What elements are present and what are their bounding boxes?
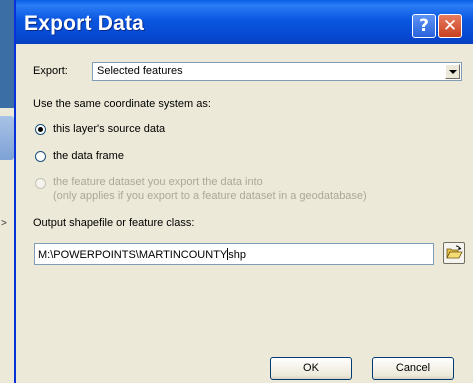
radio-data-frame-label[interactable]: the data frame — [53, 150, 124, 162]
coordinate-system-label: Use the same coordinate system as: — [33, 98, 211, 110]
open-folder-icon — [446, 245, 463, 259]
help-icon: ? — [419, 16, 429, 36]
export-data-dialog: Export Data ? ✕ Export: Selected feature… — [14, 0, 473, 383]
close-button[interactable]: ✕ — [438, 14, 462, 38]
radio-layer-source[interactable] — [35, 124, 46, 135]
output-path-extension: shp — [228, 249, 246, 261]
chevron-down-icon[interactable] — [445, 64, 460, 79]
ok-button[interactable]: OK — [270, 357, 352, 380]
close-icon: ✕ — [442, 16, 458, 36]
output-label: Output shapefile or feature class: — [33, 217, 195, 229]
cancel-button[interactable]: Cancel — [372, 357, 454, 380]
dialog-title: Export Data — [24, 12, 145, 35]
dialog-titlebar[interactable]: Export Data ? ✕ — [16, 0, 473, 44]
output-path-input[interactable]: M:\POWERPOINTS\MARTINCOUNTYshp — [34, 243, 434, 265]
export-select[interactable]: Selected features — [92, 62, 462, 81]
background-window-tab — [0, 116, 14, 160]
export-select-value: Selected features — [97, 65, 183, 77]
radio-feature-dataset-label: the feature dataset you export the data … — [53, 176, 263, 188]
browse-button[interactable] — [443, 242, 465, 264]
radio-layer-source-label[interactable]: this layer's source data — [53, 123, 165, 135]
output-path-text: M:\POWERPOINTS\MARTINCOUNTY — [38, 249, 228, 261]
radio-feature-dataset — [35, 178, 46, 189]
export-label: Export: — [33, 65, 68, 77]
radio-data-frame[interactable] — [35, 151, 46, 162]
chevron-right-icon: > — [1, 218, 7, 229]
help-button[interactable]: ? — [412, 14, 436, 38]
radio-feature-dataset-sublabel: (only applies if you export to a feature… — [53, 190, 367, 202]
